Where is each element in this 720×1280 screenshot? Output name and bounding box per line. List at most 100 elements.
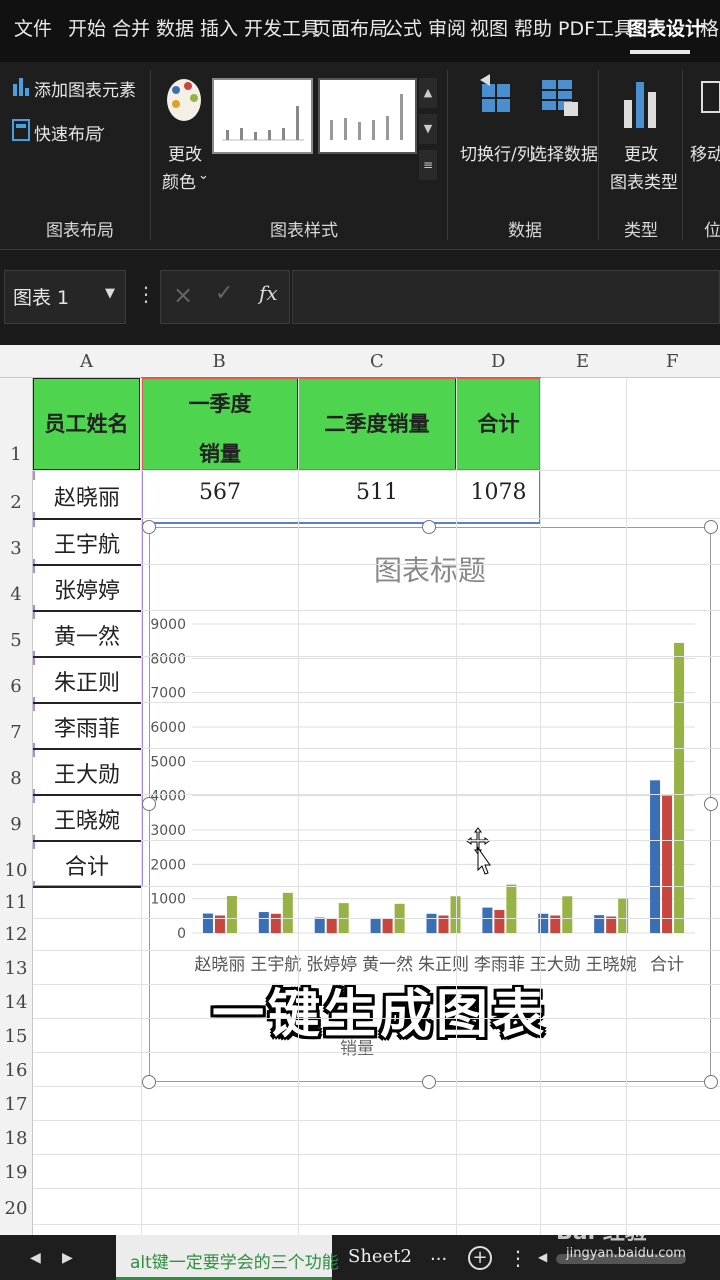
menu-item-0[interactable]: 文件 xyxy=(14,14,52,41)
name-box-dropdown-icon[interactable]: ▼ xyxy=(105,286,115,301)
name-cell-border xyxy=(33,610,141,612)
quick-layout-button[interactable]: 快速布局 xyxy=(34,120,102,145)
menu-item-1[interactable]: 开始 xyxy=(68,14,106,41)
chart-style-1[interactable] xyxy=(212,78,313,154)
employee-name[interactable]: 王大勋 xyxy=(33,757,141,789)
cell-d2[interactable]: 1078 xyxy=(456,480,541,505)
chart-resize-handle[interactable] xyxy=(704,1075,718,1089)
styles-more-icon[interactable]: ≡ xyxy=(419,150,437,180)
column-header-A[interactable]: A xyxy=(80,351,93,372)
styles-scroll-down-icon[interactable]: ▼ xyxy=(419,114,437,144)
row-header-2[interactable]: 2 xyxy=(0,492,32,513)
switch-row-column-button[interactable]: 切换行/列 xyxy=(460,140,534,165)
row-header-1[interactable]: 1 xyxy=(0,444,32,465)
tab-options-icon[interactable]: ⋮ xyxy=(508,1246,528,1270)
menu-item-13[interactable]: 格 xyxy=(700,14,719,41)
confirm-icon[interactable]: ✓ xyxy=(215,281,233,306)
change-colors-button[interactable]: 更改 xyxy=(168,140,202,165)
row-header-10[interactable]: 10 xyxy=(0,860,32,881)
row-header-3[interactable]: 3 xyxy=(0,538,32,559)
insert-function-icon[interactable]: fx xyxy=(259,281,278,305)
row-header-19[interactable]: 19 xyxy=(0,1162,32,1183)
add-chart-element-button[interactable]: 添加图表元素 xyxy=(34,76,136,101)
menu-item-2[interactable]: 合并 xyxy=(112,14,150,41)
name-cell-border xyxy=(33,794,141,796)
menu-item-11[interactable]: PDF工具 xyxy=(558,14,633,41)
employee-name[interactable]: 王宇航 xyxy=(33,527,141,559)
row-header-11[interactable]: 11 xyxy=(0,892,32,913)
add-sheet-icon[interactable]: + xyxy=(468,1246,492,1270)
row-header-17[interactable]: 17 xyxy=(0,1094,32,1115)
horizontal-scroll-icon[interactable]: ◀ xyxy=(538,1250,547,1264)
move-chart-icon xyxy=(700,74,720,124)
row-header-18[interactable]: 18 xyxy=(0,1128,32,1149)
row-header-7[interactable]: 7 xyxy=(0,722,32,743)
row-header-14[interactable]: 14 xyxy=(0,992,32,1013)
bar xyxy=(226,895,237,933)
menu-item-9[interactable]: 视图 xyxy=(470,14,508,41)
row-header-13[interactable]: 13 xyxy=(0,958,32,979)
chart-style-2[interactable] xyxy=(318,78,417,154)
add-chart-element-icon xyxy=(12,74,30,98)
employee-name[interactable]: 赵晓丽 xyxy=(33,480,141,512)
menu-item-8[interactable]: 审阅 xyxy=(428,14,466,41)
menu-item-4[interactable]: 插入 xyxy=(200,14,238,41)
employee-name[interactable]: 朱正则 xyxy=(33,665,141,697)
employee-name[interactable]: 李雨菲 xyxy=(33,711,141,743)
row-header-9[interactable]: 9 xyxy=(0,814,32,835)
chart-resize-handle[interactable] xyxy=(142,797,156,811)
ribbon-divider xyxy=(682,70,683,240)
cell-c2[interactable]: 511 xyxy=(298,480,456,505)
menu-item-6[interactable]: 页面布局 xyxy=(312,14,388,41)
tab-sheet2[interactable]: Sheet2 xyxy=(348,1246,412,1267)
chart-resize-handle[interactable] xyxy=(142,1075,156,1089)
column-header-B[interactable]: B xyxy=(213,351,226,372)
bar xyxy=(482,907,493,933)
x-tick-label: 王晓婉 xyxy=(586,955,637,975)
column-header-E[interactable]: E xyxy=(576,351,589,372)
menu-item-12[interactable]: 图表设计 xyxy=(628,14,704,41)
tab-scroll-right-icon[interactable]: ▶ xyxy=(62,1250,73,1266)
row-header-12[interactable]: 12 xyxy=(0,924,32,945)
row-line xyxy=(33,950,720,951)
group-label-data: 数据 xyxy=(508,221,542,241)
row-header-15[interactable]: 15 xyxy=(0,1026,32,1047)
tab-scroll-left-icon[interactable]: ◀ xyxy=(30,1250,41,1266)
employee-name[interactable]: 合计 xyxy=(33,849,141,881)
menu-item-10[interactable]: 帮助 xyxy=(514,14,552,41)
employee-name[interactable]: 黄一然 xyxy=(33,619,141,651)
chart-resize-handle[interactable] xyxy=(142,520,156,534)
cancel-icon[interactable]: × xyxy=(173,281,193,309)
column-header-F[interactable]: F xyxy=(666,351,679,372)
bar xyxy=(674,642,685,933)
column-header-C[interactable]: C xyxy=(370,351,384,372)
select-data-button[interactable]: 选择数据 xyxy=(530,140,598,165)
employee-name[interactable]: 王晓婉 xyxy=(33,803,141,835)
employee-name[interactable]: 张婷婷 xyxy=(33,573,141,605)
menu-item-5[interactable]: 开发工具 xyxy=(244,14,320,41)
name-box[interactable]: 图表 1 ▼ xyxy=(4,270,126,324)
chart-resize-handle[interactable] xyxy=(422,520,436,534)
bar xyxy=(662,795,673,933)
column-header-D[interactable]: D xyxy=(491,351,505,372)
column-headers xyxy=(0,345,720,378)
menu-item-7[interactable]: 公式 xyxy=(384,14,422,41)
row-header-4[interactable]: 4 xyxy=(0,584,32,605)
chart-resize-handle[interactable] xyxy=(704,520,718,534)
row-header-20[interactable]: 20 xyxy=(0,1198,32,1219)
change-chart-type-button[interactable]: 更改 xyxy=(624,140,658,165)
chart-resize-handle[interactable] xyxy=(704,797,718,811)
chart-resize-handle[interactable] xyxy=(422,1075,436,1089)
row-header-8[interactable]: 8 xyxy=(0,768,32,789)
styles-scroll-up-icon[interactable]: ▲ xyxy=(419,78,437,108)
menu-item-3[interactable]: 数据 xyxy=(156,14,194,41)
cell-b2[interactable]: 567 xyxy=(142,480,298,505)
move-chart-button[interactable]: 移动 xyxy=(690,140,720,165)
row-header-5[interactable]: 5 xyxy=(0,630,32,651)
tab-more[interactable]: ... xyxy=(430,1244,447,1265)
row-header-6[interactable]: 6 xyxy=(0,676,32,697)
row-header-16[interactable]: 16 xyxy=(0,1060,32,1081)
row-line xyxy=(33,918,720,919)
formula-input[interactable] xyxy=(292,270,720,324)
formula-bar-options-icon[interactable]: ⋮ xyxy=(136,282,156,306)
